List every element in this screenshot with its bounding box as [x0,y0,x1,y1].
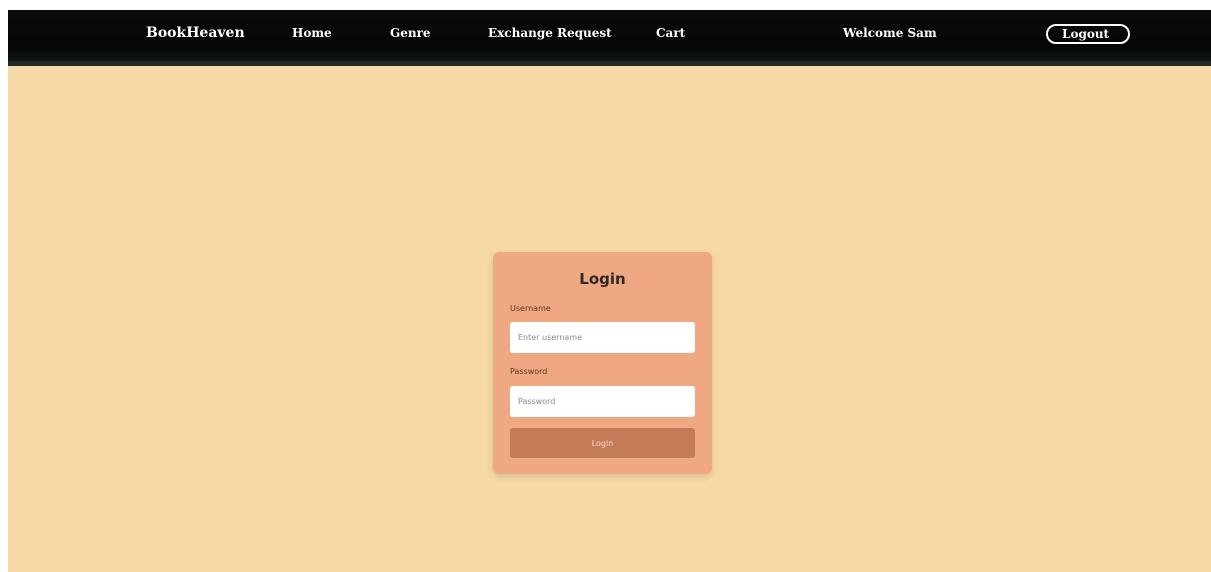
username-input[interactable] [510,322,695,353]
top-navbar: BookHeaven Home Genre Exchange Request C… [8,10,1211,66]
username-label: Username [510,304,551,313]
welcome-message: Welcome Sam [843,26,937,40]
password-label: Password [510,367,548,376]
nav-link-home[interactable]: Home [292,10,332,57]
brand-logo[interactable]: BookHeaven [146,10,245,57]
password-input[interactable] [510,386,695,417]
logout-button[interactable]: Logout [1046,24,1130,44]
page-container: BookHeaven Home Genre Exchange Request C… [8,10,1211,572]
nav-link-exchange-request[interactable]: Exchange Request [488,10,612,57]
nav-link-genre[interactable]: Genre [390,10,431,57]
login-title: Login [579,270,626,288]
nav-link-cart[interactable]: Cart [656,10,685,57]
login-submit-button[interactable]: Login [510,428,695,458]
login-card: Login Username Password Login [493,252,712,474]
